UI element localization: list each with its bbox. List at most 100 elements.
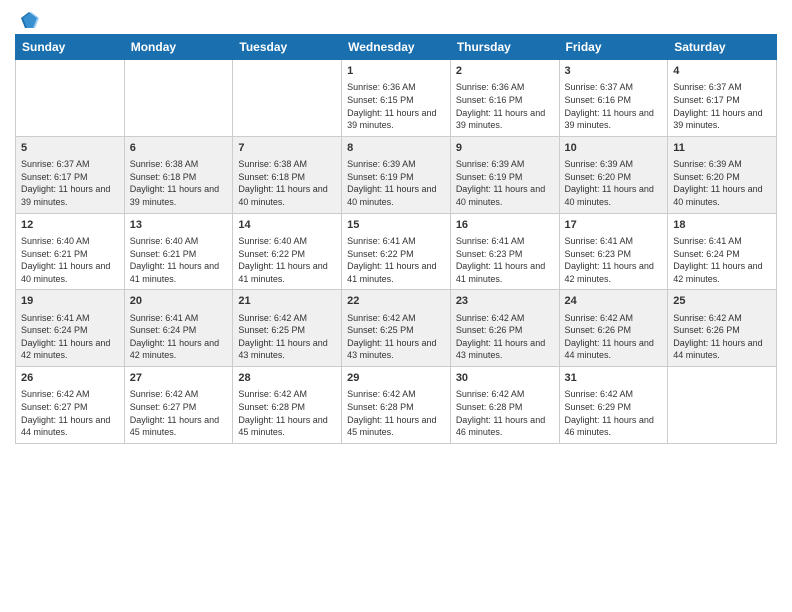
- day-info: Sunrise: 6:36 AM Sunset: 6:16 PM Dayligh…: [456, 81, 554, 131]
- day-number: 18: [673, 218, 771, 233]
- logo-text: [15, 10, 39, 30]
- day-number: 13: [130, 218, 228, 233]
- day-info: Sunrise: 6:42 AM Sunset: 6:26 PM Dayligh…: [565, 312, 663, 362]
- day-number: 11: [673, 141, 771, 156]
- day-number: 16: [456, 218, 554, 233]
- day-info: Sunrise: 6:39 AM Sunset: 6:19 PM Dayligh…: [456, 158, 554, 208]
- day-info: Sunrise: 6:36 AM Sunset: 6:15 PM Dayligh…: [347, 81, 445, 131]
- day-info: Sunrise: 6:37 AM Sunset: 6:17 PM Dayligh…: [673, 81, 771, 131]
- day-number: 19: [21, 294, 119, 309]
- day-number: 23: [456, 294, 554, 309]
- col-header-saturday: Saturday: [668, 35, 777, 60]
- day-info: Sunrise: 6:42 AM Sunset: 6:27 PM Dayligh…: [130, 388, 228, 438]
- day-cell: 1Sunrise: 6:36 AM Sunset: 6:15 PM Daylig…: [342, 60, 451, 137]
- col-header-friday: Friday: [559, 35, 668, 60]
- week-row-3: 12 Sunrise: 6:40 AM Sunset: 6:21 PM Dayli…: [16, 213, 777, 290]
- day-cell: 26Sunrise: 6:42 AM Sunset: 6:27 PM Dayli…: [16, 367, 125, 444]
- calendar: SundayMondayTuesdayWednesdayThursdayFrid…: [15, 34, 777, 444]
- day-number: 3: [565, 64, 663, 79]
- week-row-2: 5 Sunrise: 6:37 AM Sunset: 6:17 PM Daylig…: [16, 136, 777, 213]
- day-cell: 16 Sunrise: 6:41 AM Sunset: 6:23 PM Dayli…: [450, 213, 559, 290]
- day-info: Sunrise: 6:41 AM Sunset: 6:24 PM Dayligh…: [673, 235, 771, 285]
- day-cell: 12 Sunrise: 6:40 AM Sunset: 6:21 PM Dayli…: [16, 213, 125, 290]
- day-info: Sunrise: 6:39 AM Sunset: 6:20 PM Dayligh…: [673, 158, 771, 208]
- col-header-monday: Monday: [124, 35, 233, 60]
- day-number: 6: [130, 141, 228, 156]
- day-info: Sunrise: 6:41 AM Sunset: 6:23 PM Dayligh…: [565, 235, 663, 285]
- day-cell: [124, 60, 233, 137]
- day-info: Sunrise: 6:41 AM Sunset: 6:24 PM Dayligh…: [21, 312, 119, 362]
- day-cell: [16, 60, 125, 137]
- day-cell: 10 Sunrise: 6:39 AM Sunset: 6:20 PM Dayli…: [559, 136, 668, 213]
- day-cell: 23 Sunrise: 6:42 AM Sunset: 6:26 PM Dayli…: [450, 290, 559, 367]
- day-number: 12: [21, 218, 119, 233]
- day-info: Sunrise: 6:37 AM Sunset: 6:17 PM Dayligh…: [21, 158, 119, 208]
- day-info: Sunrise: 6:42 AM Sunset: 6:28 PM Dayligh…: [238, 388, 336, 438]
- day-number: 9: [456, 141, 554, 156]
- day-cell: 19 Sunrise: 6:41 AM Sunset: 6:24 PM Dayli…: [16, 290, 125, 367]
- day-number: 4: [673, 64, 771, 79]
- day-info: Sunrise: 6:41 AM Sunset: 6:22 PM Dayligh…: [347, 235, 445, 285]
- day-info: Sunrise: 6:40 AM Sunset: 6:21 PM Dayligh…: [21, 235, 119, 285]
- day-number: 8: [347, 141, 445, 156]
- day-number: 30: [456, 371, 554, 386]
- day-number: 24: [565, 294, 663, 309]
- day-cell: 24 Sunrise: 6:42 AM Sunset: 6:26 PM Dayli…: [559, 290, 668, 367]
- day-number: 31: [565, 371, 663, 386]
- day-info: Sunrise: 6:39 AM Sunset: 6:20 PM Dayligh…: [565, 158, 663, 208]
- day-cell: 5 Sunrise: 6:37 AM Sunset: 6:17 PM Daylig…: [16, 136, 125, 213]
- day-number: 7: [238, 141, 336, 156]
- day-info: Sunrise: 6:37 AM Sunset: 6:16 PM Dayligh…: [565, 81, 663, 131]
- day-number: 15: [347, 218, 445, 233]
- week-row-5: 26 Sunrise: 6:42 AM Sunset: 6:27 PM Dayli…: [16, 367, 777, 444]
- day-info: Sunrise: 6:42 AM Sunset: 6:26 PM Dayligh…: [456, 312, 554, 362]
- day-number: 17: [565, 218, 663, 233]
- day-cell: 21 Sunrise: 6:42 AM Sunset: 6:25 PM Dayli…: [233, 290, 342, 367]
- day-number: 21: [238, 294, 336, 309]
- day-number: 26: [21, 371, 119, 386]
- day-info: Sunrise: 6:40 AM Sunset: 6:22 PM Dayligh…: [238, 235, 336, 285]
- col-header-sunday: Sunday: [16, 35, 125, 60]
- day-number: 22: [347, 294, 445, 309]
- day-cell: 3 Sunrise: 6:37 AM Sunset: 6:16 PM Daylig…: [559, 60, 668, 137]
- day-cell: [668, 367, 777, 444]
- day-number: 27: [130, 371, 228, 386]
- week-row-1: 1Sunrise: 6:36 AM Sunset: 6:15 PM Daylig…: [16, 60, 777, 137]
- day-info: Sunrise: 6:38 AM Sunset: 6:18 PM Dayligh…: [130, 158, 228, 208]
- day-cell: 29 Sunrise: 6:42 AM Sunset: 6:28 PM Dayli…: [342, 367, 451, 444]
- day-cell: 15 Sunrise: 6:41 AM Sunset: 6:22 PM Dayli…: [342, 213, 451, 290]
- day-cell: 7 Sunrise: 6:38 AM Sunset: 6:18 PM Daylig…: [233, 136, 342, 213]
- calendar-header-row: SundayMondayTuesdayWednesdayThursdayFrid…: [16, 35, 777, 60]
- logo: [15, 10, 39, 26]
- day-cell: 18 Sunrise: 6:41 AM Sunset: 6:24 PM Dayli…: [668, 213, 777, 290]
- day-number: 25: [673, 294, 771, 309]
- day-number: 10: [565, 141, 663, 156]
- day-cell: 9 Sunrise: 6:39 AM Sunset: 6:19 PM Daylig…: [450, 136, 559, 213]
- day-cell: 17 Sunrise: 6:41 AM Sunset: 6:23 PM Dayli…: [559, 213, 668, 290]
- day-cell: 13Sunrise: 6:40 AM Sunset: 6:21 PM Dayli…: [124, 213, 233, 290]
- day-info: Sunrise: 6:42 AM Sunset: 6:28 PM Dayligh…: [456, 388, 554, 438]
- day-cell: 27 Sunrise: 6:42 AM Sunset: 6:27 PM Dayli…: [124, 367, 233, 444]
- day-info: Sunrise: 6:41 AM Sunset: 6:23 PM Dayligh…: [456, 235, 554, 285]
- day-cell: 22 Sunrise: 6:42 AM Sunset: 6:25 PM Dayli…: [342, 290, 451, 367]
- header: [15, 10, 777, 26]
- day-cell: 25Sunrise: 6:42 AM Sunset: 6:26 PM Dayli…: [668, 290, 777, 367]
- day-number: 14: [238, 218, 336, 233]
- col-header-tuesday: Tuesday: [233, 35, 342, 60]
- logo-icon: [19, 10, 39, 30]
- day-number: 5: [21, 141, 119, 156]
- day-info: Sunrise: 6:39 AM Sunset: 6:19 PM Dayligh…: [347, 158, 445, 208]
- day-info: Sunrise: 6:42 AM Sunset: 6:25 PM Dayligh…: [347, 312, 445, 362]
- day-number: 28: [238, 371, 336, 386]
- day-cell: 28 Sunrise: 6:42 AM Sunset: 6:28 PM Dayli…: [233, 367, 342, 444]
- day-cell: 14 Sunrise: 6:40 AM Sunset: 6:22 PM Dayli…: [233, 213, 342, 290]
- day-cell: 4 Sunrise: 6:37 AM Sunset: 6:17 PM Daylig…: [668, 60, 777, 137]
- day-cell: 11 Sunrise: 6:39 AM Sunset: 6:20 PM Dayli…: [668, 136, 777, 213]
- day-number: 29: [347, 371, 445, 386]
- week-row-4: 19 Sunrise: 6:41 AM Sunset: 6:24 PM Dayli…: [16, 290, 777, 367]
- col-header-thursday: Thursday: [450, 35, 559, 60]
- day-info: Sunrise: 6:42 AM Sunset: 6:25 PM Dayligh…: [238, 312, 336, 362]
- day-info: Sunrise: 6:38 AM Sunset: 6:18 PM Dayligh…: [238, 158, 336, 208]
- day-info: Sunrise: 6:42 AM Sunset: 6:28 PM Dayligh…: [347, 388, 445, 438]
- day-cell: 31Sunrise: 6:42 AM Sunset: 6:29 PM Dayli…: [559, 367, 668, 444]
